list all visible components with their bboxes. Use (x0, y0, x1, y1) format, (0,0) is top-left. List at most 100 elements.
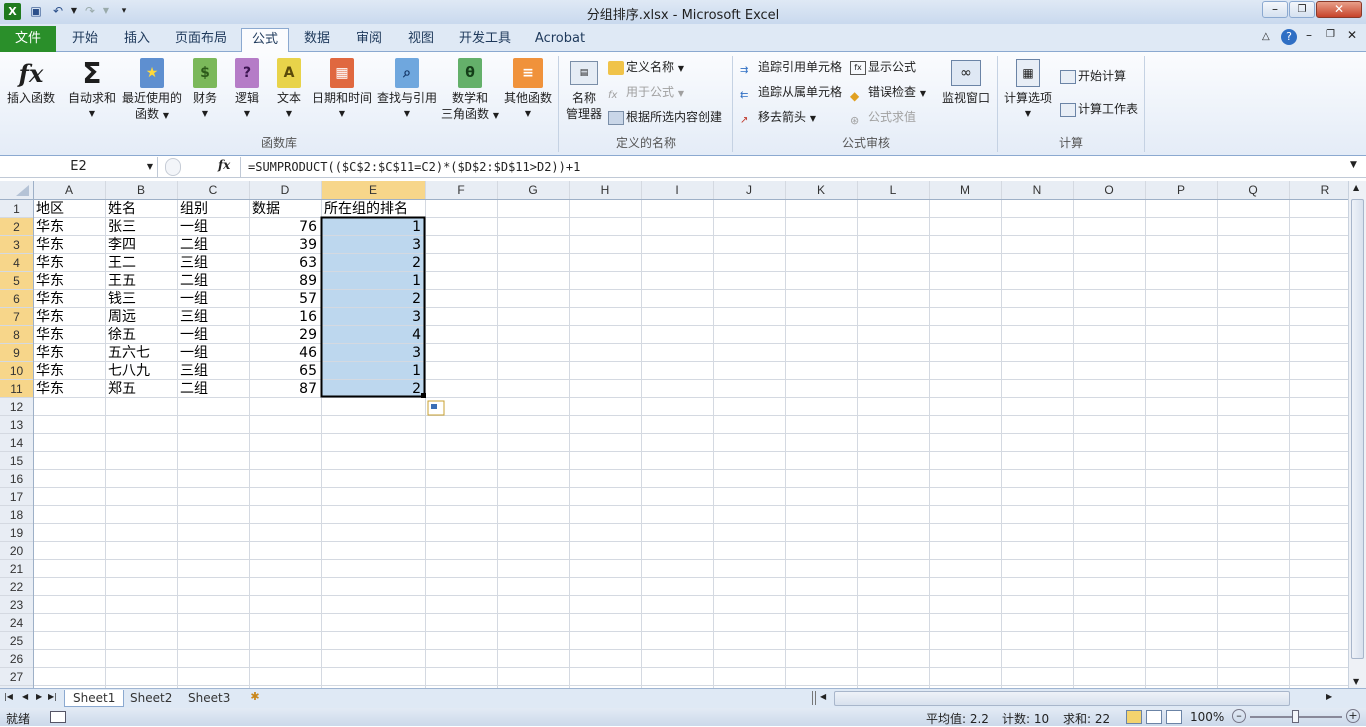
logical-button[interactable]: ? 逻辑 ▼ (228, 56, 266, 122)
column-header-r[interactable]: R (1321, 183, 1330, 197)
header-cell[interactable]: 组别 (180, 201, 208, 217)
table-cell[interactable]: 华东 (36, 255, 64, 271)
column-header-j[interactable]: J (746, 183, 752, 197)
page-layout-view-icon[interactable] (1146, 710, 1162, 724)
hscroll-right-icon[interactable]: ▶ (1326, 692, 1332, 701)
table-cell[interactable]: 三组 (180, 363, 208, 379)
name-manager-button[interactable]: ▤ 名称 管理器 (562, 56, 606, 122)
tab-formulas[interactable]: 公式 (241, 28, 289, 53)
tab-view[interactable]: 视图 (397, 28, 445, 52)
header-cell[interactable]: 所在组的排名 (324, 201, 408, 217)
table-cell[interactable]: 华东 (36, 381, 64, 397)
table-cell[interactable]: 五六七 (108, 345, 150, 361)
table-cell[interactable]: 76 (299, 219, 317, 235)
datetime-button[interactable]: ▦ 日期和时间 ▼ (310, 56, 374, 122)
error-checking-button[interactable]: ◆ 错误检查 ▼ (850, 82, 926, 103)
column-header-g[interactable]: G (528, 183, 537, 197)
lookup-button[interactable]: ⌕ 查找与引用 ▼ (376, 56, 438, 122)
table-cell[interactable]: 4 (412, 327, 421, 343)
name-box[interactable]: E2 ▼ (0, 157, 158, 177)
recently-used-button[interactable]: ★ 最近使用的 函数 ▼ (120, 56, 184, 124)
table-cell[interactable]: 3 (412, 237, 421, 253)
worksheet-grid[interactable]: A B C D E F G H I J K L M N O P Q R 1 2 3 4 5 6 7 8 9 10 11 12 13 14 15 1… (0, 181, 1348, 688)
column-header-l[interactable]: L (890, 183, 897, 197)
column-header-c[interactable]: C (209, 183, 218, 197)
row-header-17[interactable]: 17 (10, 490, 24, 504)
table-cell[interactable]: 一组 (180, 345, 208, 361)
table-cell[interactable]: 二组 (180, 237, 208, 253)
row-header-16[interactable]: 16 (10, 472, 24, 486)
table-cell[interactable]: 二组 (180, 273, 208, 289)
expand-formula-bar-icon[interactable]: ▼ (1350, 160, 1357, 170)
page-break-view-icon[interactable] (1166, 710, 1182, 724)
table-cell[interactable]: 郑五 (108, 381, 136, 397)
column-header-o[interactable]: O (1104, 183, 1113, 197)
table-cell[interactable]: 华东 (36, 237, 64, 253)
next-sheet-icon[interactable]: ▶ (36, 692, 42, 701)
more-functions-button[interactable]: ≡ 其他函数 ▼ (502, 56, 554, 122)
tab-page-layout[interactable]: 页面布局 (166, 28, 236, 52)
table-cell[interactable]: 华东 (36, 309, 64, 325)
help-icon[interactable]: ? (1281, 29, 1297, 45)
table-cell[interactable]: 徐五 (108, 327, 136, 343)
table-cell[interactable]: 3 (412, 345, 421, 361)
table-cell[interactable]: 王二 (108, 255, 136, 271)
table-cell[interactable]: 周远 (108, 309, 136, 325)
evaluate-formula-button[interactable]: ⊛ 公式求值 (850, 107, 916, 127)
table-cell[interactable]: 一组 (180, 291, 208, 307)
tab-file[interactable]: 文件 (0, 26, 56, 52)
table-cell[interactable]: 46 (299, 345, 317, 361)
close-button[interactable]: ✕ (1316, 1, 1362, 18)
hscroll-left-icon[interactable]: ◀ (820, 692, 826, 701)
horizontal-scrollbar-thumb[interactable] (834, 691, 1290, 706)
worksheet-cells[interactable]: A B C D E F G H I J K L M N O P Q R1234567891011121314151… (0, 181, 1348, 688)
insert-function-button[interactable]: fx 插入函数 (4, 56, 58, 106)
column-header-k[interactable]: K (817, 183, 825, 197)
row-header-7[interactable]: 7 (13, 310, 20, 324)
row-header-14[interactable]: 14 (10, 436, 24, 450)
calc-options-button[interactable]: ▦ 计算选项 ▼ (1000, 56, 1056, 122)
table-cell[interactable]: 钱三 (108, 291, 136, 307)
row-header-4[interactable]: 4 (13, 256, 20, 270)
table-cell[interactable]: 一组 (180, 219, 208, 235)
calc-now-button[interactable]: 开始计算 (1060, 66, 1126, 86)
zoom-out-icon[interactable]: – (1232, 709, 1246, 723)
sheet-tab-sheet3[interactable]: Sheet3 (180, 690, 238, 707)
table-cell[interactable]: 华东 (36, 273, 64, 289)
watch-window-button[interactable]: ∞ 监视窗口 (938, 56, 994, 106)
autosum-button[interactable]: Σ 自动求和 ▼ (66, 56, 118, 122)
trace-precedents-button[interactable]: ⇉ 追踪引用单元格 (740, 57, 842, 77)
minimize-ribbon-icon[interactable]: △ (1262, 31, 1270, 42)
text-button[interactable]: A 文本 ▼ (270, 56, 308, 122)
column-header-n[interactable]: N (1033, 183, 1042, 197)
row-header-25[interactable]: 25 (10, 634, 24, 648)
table-cell[interactable]: 63 (299, 255, 317, 271)
table-cell[interactable]: 1 (412, 273, 421, 289)
table-cell[interactable]: 1 (412, 363, 421, 379)
column-header-q[interactable]: Q (1248, 183, 1257, 197)
tab-insert[interactable]: 插入 (112, 28, 162, 52)
table-cell[interactable]: 65 (299, 363, 317, 379)
table-cell[interactable]: 七八九 (108, 363, 150, 379)
table-cell[interactable]: 华东 (36, 219, 64, 235)
minimize-button[interactable]: – (1262, 1, 1288, 18)
row-header-23[interactable]: 23 (10, 598, 24, 612)
row-header-2[interactable]: 2 (13, 220, 20, 234)
table-cell[interactable]: 89 (299, 273, 317, 289)
restore-button[interactable]: ❐ (1289, 1, 1315, 18)
row-header-27[interactable]: 27 (10, 670, 24, 684)
row-header-5[interactable]: 5 (13, 274, 20, 288)
zoom-slider-thumb[interactable] (1292, 710, 1299, 723)
table-cell[interactable]: 王五 (108, 273, 136, 289)
row-header-22[interactable]: 22 (10, 580, 24, 594)
tab-developer[interactable]: 开发工具 (450, 28, 520, 52)
table-cell[interactable]: 3 (412, 309, 421, 325)
table-cell[interactable]: 华东 (36, 291, 64, 307)
formula-bar-grip-icon[interactable] (165, 158, 181, 176)
column-header-b[interactable]: B (137, 183, 145, 197)
row-header-20[interactable]: 20 (10, 544, 24, 558)
math-trig-button[interactable]: θ 数学和 三角函数 ▼ (440, 56, 500, 124)
table-cell[interactable]: 2 (412, 381, 421, 397)
row-header-6[interactable]: 6 (13, 292, 20, 306)
macro-record-icon[interactable] (50, 711, 66, 723)
